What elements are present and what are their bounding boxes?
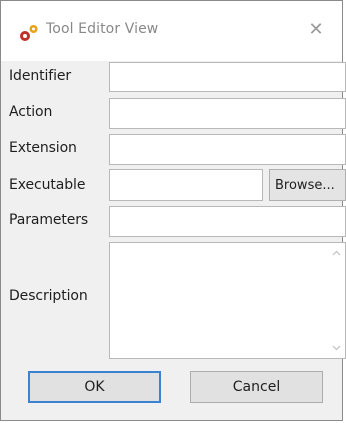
executable-label: Executable	[9, 177, 86, 193]
window-title: Tool Editor View	[46, 21, 159, 37]
identifier-label: Identifier	[9, 68, 72, 84]
scroll-up-icon[interactable]	[332, 249, 341, 258]
executable-input[interactable]	[109, 169, 263, 201]
close-button[interactable]: ✕	[304, 18, 328, 42]
scroll-down-icon[interactable]	[332, 343, 341, 352]
action-input[interactable]	[109, 98, 346, 129]
action-label: Action	[9, 104, 53, 120]
description-textarea[interactable]	[109, 242, 346, 359]
gears-icon	[20, 25, 38, 41]
identifier-input[interactable]	[109, 62, 346, 92]
ok-button[interactable]: OK	[28, 371, 161, 403]
description-scrollbar[interactable]	[328, 243, 345, 358]
extension-input[interactable]	[109, 134, 346, 165]
parameters-input[interactable]	[109, 206, 346, 237]
parameters-label: Parameters	[9, 212, 89, 228]
tool-editor-dialog: Tool Editor View ✕ Identifier Action Ext…	[0, 0, 346, 421]
cancel-button[interactable]: Cancel	[190, 371, 323, 403]
browse-button[interactable]: Browse...	[269, 169, 346, 201]
title-bar: Tool Editor View ✕	[1, 1, 342, 61]
close-icon[interactable]: ✕	[308, 21, 323, 39]
extension-label: Extension	[9, 140, 77, 156]
description-label: Description	[9, 288, 88, 304]
